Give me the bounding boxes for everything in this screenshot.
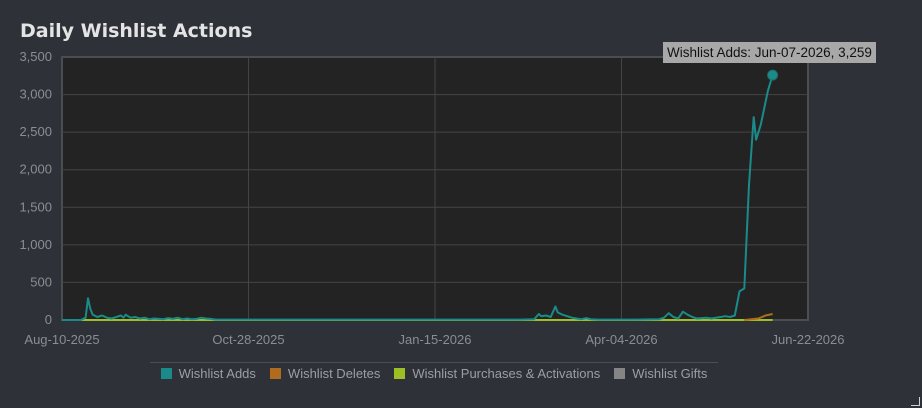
y-tick-label: 500 — [30, 274, 52, 289]
legend-swatch — [269, 368, 281, 379]
legend-item-wishlist-purchases[interactable]: Wishlist Purchases & Activations — [394, 366, 600, 381]
legend-swatch — [394, 368, 406, 379]
y-tick-label: 1,500 — [19, 199, 52, 214]
hover-tooltip: Wishlist Adds: Jun-07-2026, 3,259 — [663, 42, 876, 63]
y-tick-label: 2,000 — [19, 162, 52, 177]
legend-label: Wishlist Deletes — [287, 366, 381, 381]
y-tick-label: 3,500 — [19, 49, 52, 64]
y-tick-label: 0 — [45, 312, 52, 327]
x-tick-label: Jan-15-2026 — [399, 332, 472, 347]
x-tick-label: Oct-28-2025 — [212, 332, 284, 347]
x-tick-label: Apr-04-2026 — [585, 332, 657, 347]
legend-label: Wishlist Gifts — [632, 366, 708, 381]
legend-swatch — [160, 368, 172, 379]
resize-handle[interactable] — [911, 397, 920, 406]
highlight-point[interactable] — [767, 69, 779, 81]
legend-label: Wishlist Purchases & Activations — [412, 366, 601, 381]
x-tick-label: Aug-10-2025 — [24, 332, 99, 347]
y-axis-ticks: 0 500 1,000 1,500 2,000 2,500 3,000 3,500 — [19, 49, 52, 327]
legend-item-wishlist-adds[interactable]: Wishlist Adds — [160, 366, 256, 381]
legend: Wishlist Adds Wishlist Deletes Wishlist … — [150, 362, 718, 381]
y-tick-label: 3,000 — [19, 87, 52, 102]
x-tick-label: Jun-22-2026 — [772, 332, 845, 347]
legend-swatch — [614, 368, 626, 379]
legend-label: Wishlist Adds — [178, 366, 256, 381]
highlight-marker — [767, 69, 779, 81]
y-tick-label: 2,500 — [19, 124, 52, 139]
legend-item-wishlist-gifts[interactable]: Wishlist Gifts — [614, 366, 707, 381]
x-axis-ticks: Aug-10-2025 Oct-28-2025 Jan-15-2026 Apr-04-… — [24, 332, 844, 347]
legend-item-wishlist-deletes[interactable]: Wishlist Deletes — [269, 366, 381, 381]
y-tick-label: 1,000 — [19, 237, 52, 252]
